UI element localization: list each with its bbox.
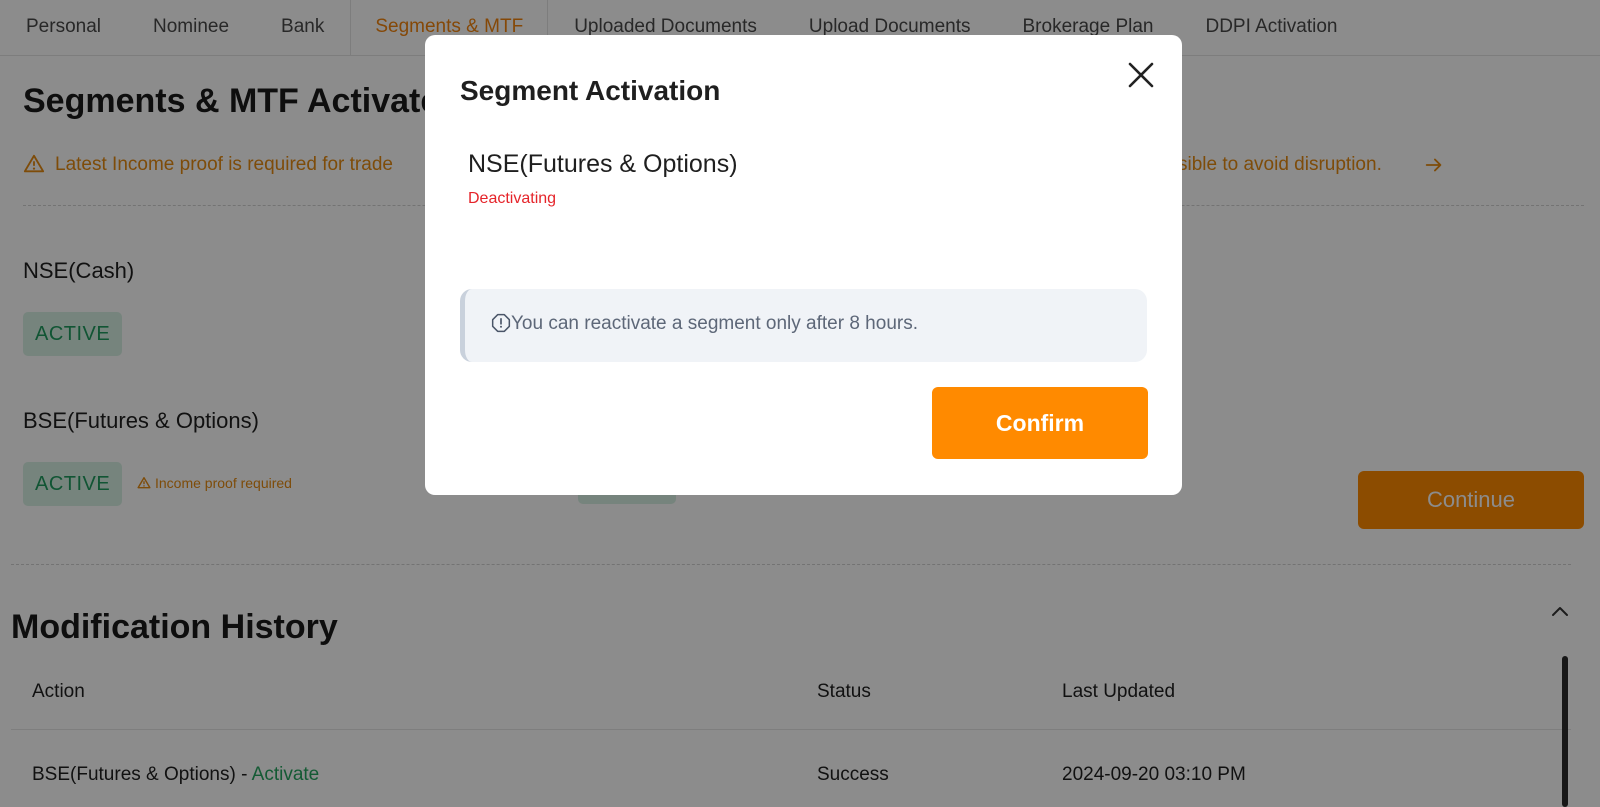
close-icon[interactable]: [1125, 59, 1157, 91]
segment-activation-modal: Segment Activation NSE(Futures & Options…: [425, 35, 1182, 495]
confirm-button[interactable]: Confirm: [932, 387, 1148, 459]
reactivation-info-box: You can reactivate a segment only after …: [460, 289, 1147, 362]
info-octagon-icon: [491, 313, 511, 333]
modal-segment-status: Deactivating: [468, 190, 557, 207]
modal-segment-name: NSE(Futures & Options): [468, 150, 738, 178]
info-text: You can reactivate a segment only after …: [511, 313, 918, 334]
modal-title: Segment Activation: [460, 75, 721, 106]
